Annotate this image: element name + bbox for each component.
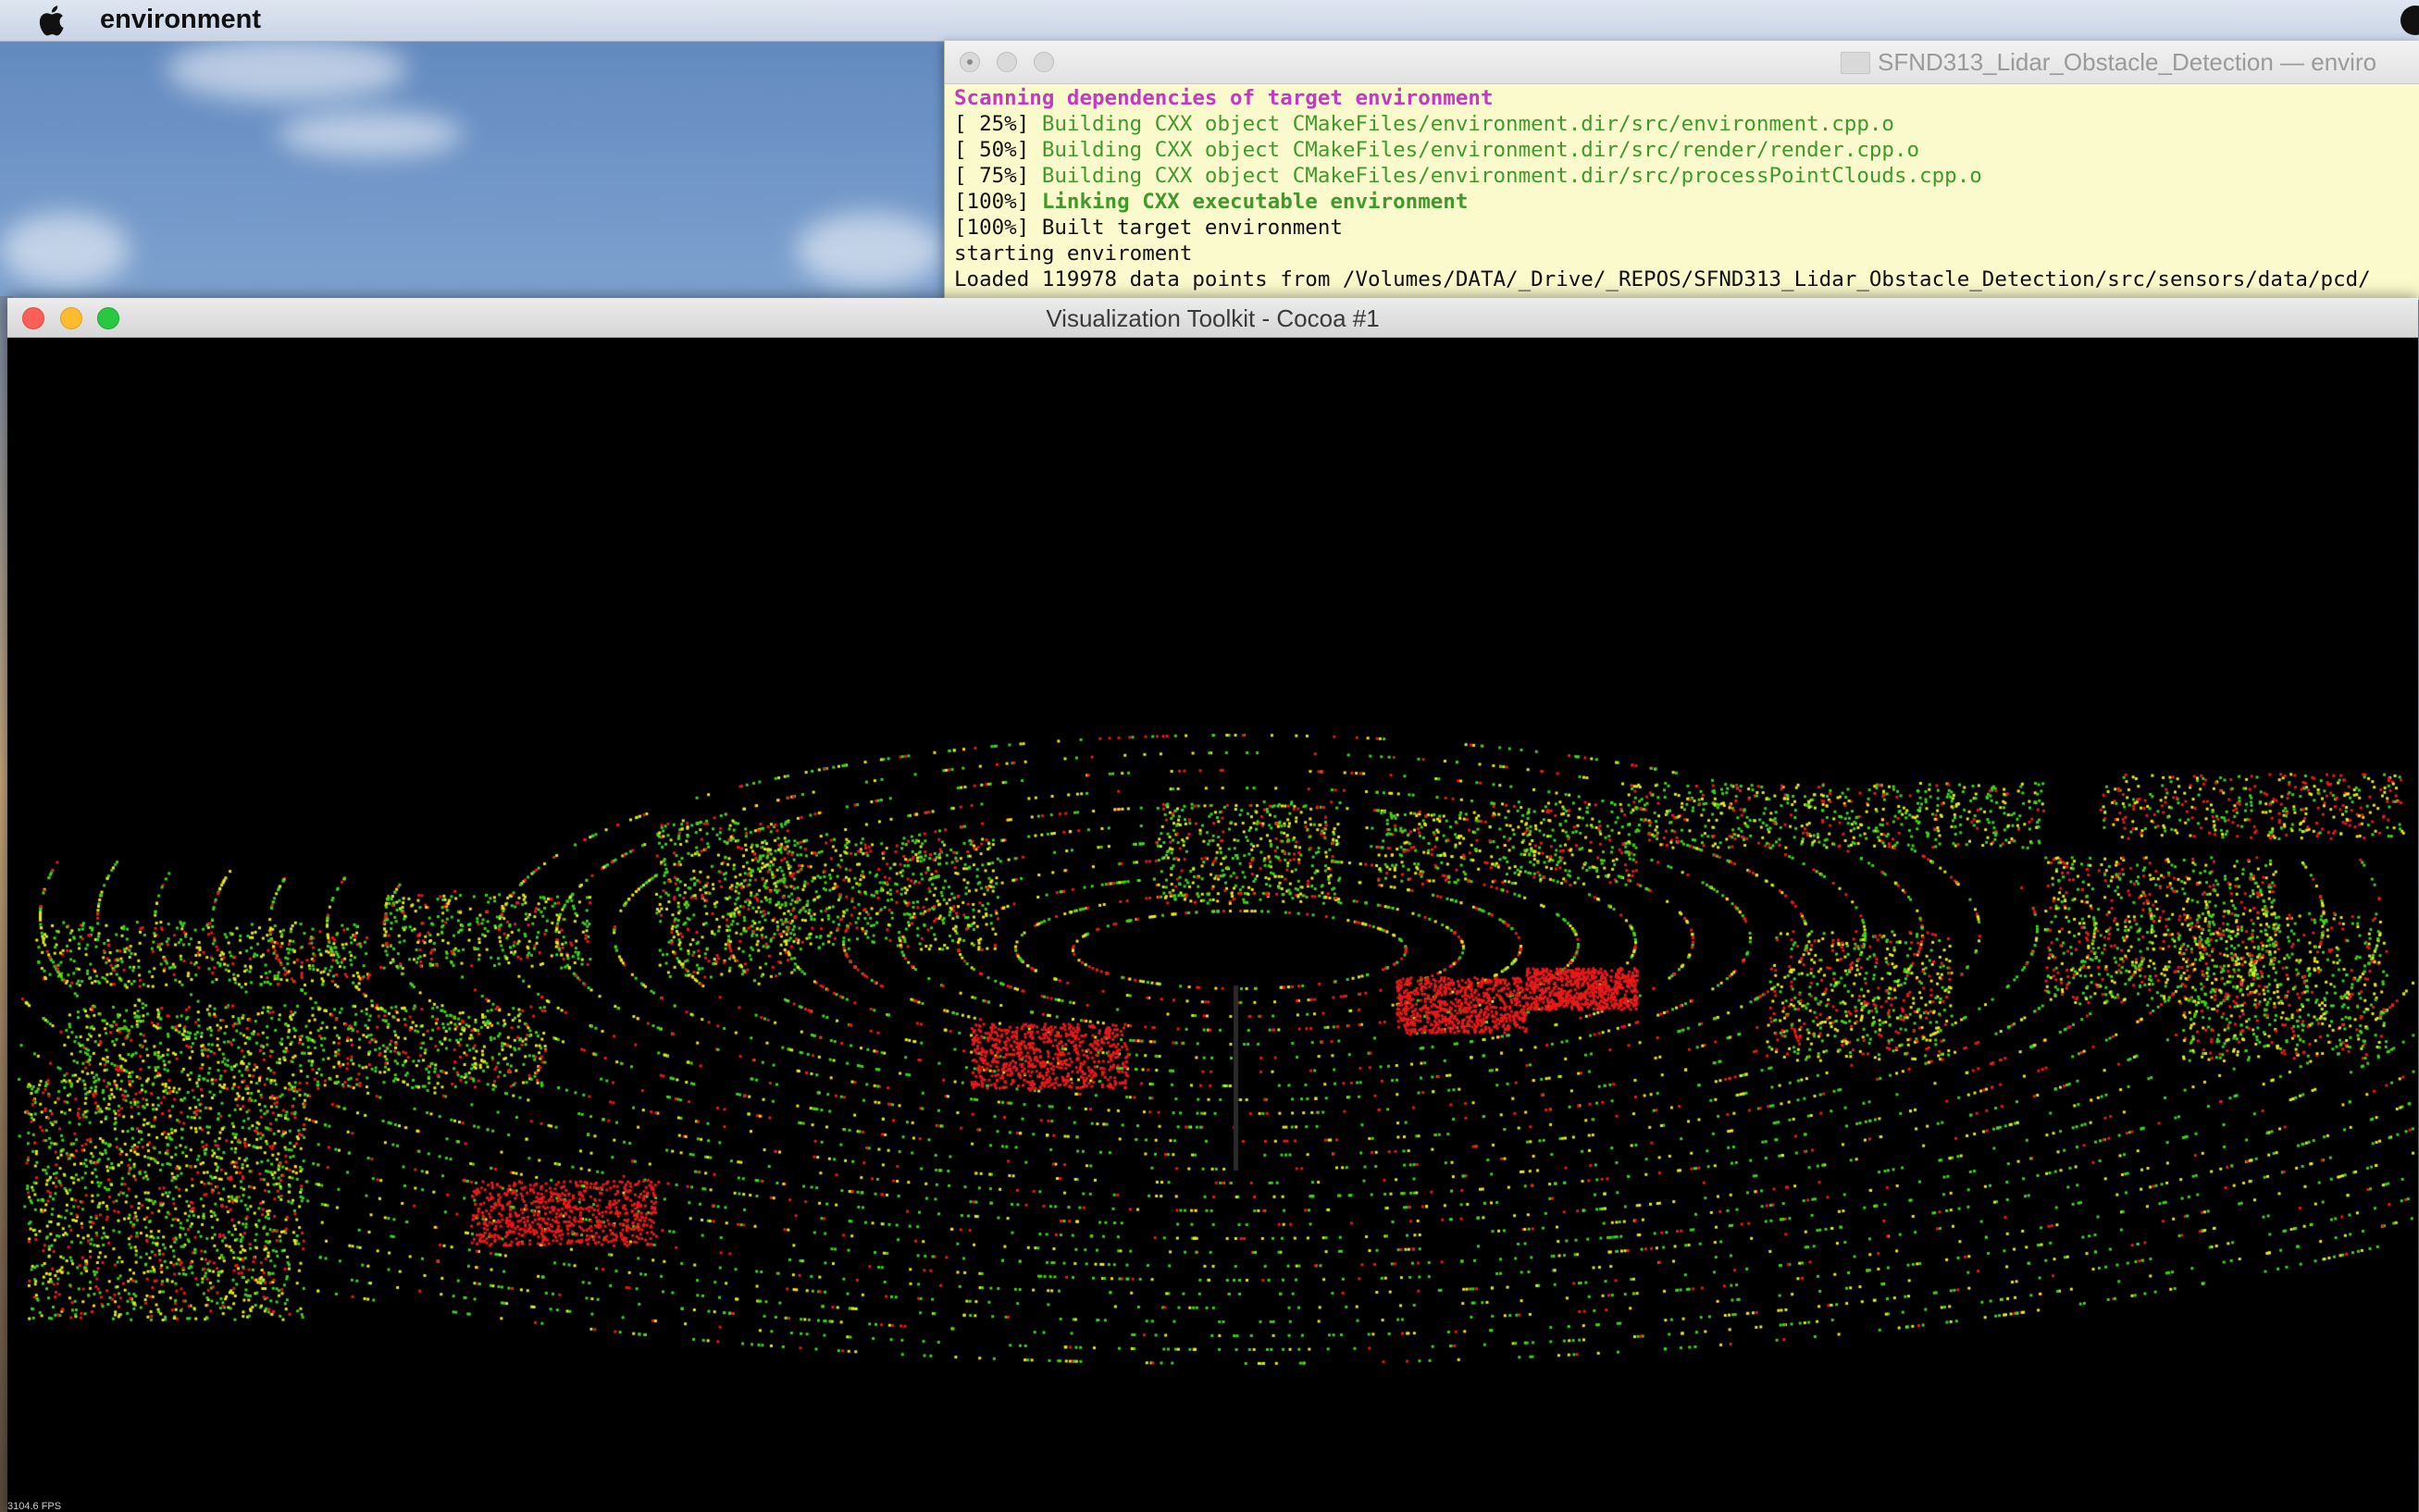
terminal-line: [ 75%] Building CXX object CMakeFiles/en… [954,164,1982,188]
terminal-titlebar[interactable]: SFND313_Lidar_Obstacle_Detection — envir… [945,41,2419,84]
terminal-window[interactable]: SFND313_Lidar_Obstacle_Detection — envir… [944,41,2419,300]
terminal-output[interactable]: Scanning dependencies of target environm… [954,85,2416,292]
fps-counter: 3104.6 FPS [7,1501,62,1512]
vtk-titlebar[interactable]: Visualization Toolkit - Cocoa #1 [7,298,2418,338]
menu-bar: environment [0,0,2419,42]
terminal-line: [ 25%] Building CXX object CMakeFiles/en… [954,112,1894,136]
desktop-cloud [0,213,130,287]
vtk-window[interactable]: Visualization Toolkit - Cocoa #1 3104.6 … [7,298,2418,1512]
desktop-cloud [278,111,463,157]
terminal-title: SFND313_Lidar_Obstacle_Detection — envir… [1841,48,2377,77]
minimize-button[interactable] [997,52,1017,72]
desktop-cloud [796,213,944,287]
terminal-title-text: SFND313_Lidar_Obstacle_Detection — envir… [1878,48,2377,76]
desktop-cloud [167,37,407,102]
vtk-window-title: Visualization Toolkit - Cocoa #1 [1046,304,1380,332]
terminal-line: Scanning dependencies of target environm… [954,86,1494,110]
zoom-button[interactable] [1034,52,1054,72]
terminal-line: [100%] Built target environment [954,216,1343,240]
folder-icon [1841,52,1870,74]
app-menu-name[interactable]: environment [100,5,261,35]
apple-menu-icon[interactable] [37,5,65,36]
terminal-line: [100%] Linking CXX executable environmen… [954,190,1469,214]
close-button[interactable] [960,52,980,72]
terminal-line: Loaded 119978 data points from /Volumes/… [954,267,2371,291]
terminal-line: [ 50%] Building CXX object CMakeFiles/en… [954,138,1920,162]
status-menu-icon[interactable] [2400,6,2419,35]
lidar-point-cloud[interactable] [7,338,2418,1512]
point-cloud-viewport[interactable]: 3104.6 FPS [7,338,2418,1512]
terminal-line: starting enviroment [954,242,1193,266]
